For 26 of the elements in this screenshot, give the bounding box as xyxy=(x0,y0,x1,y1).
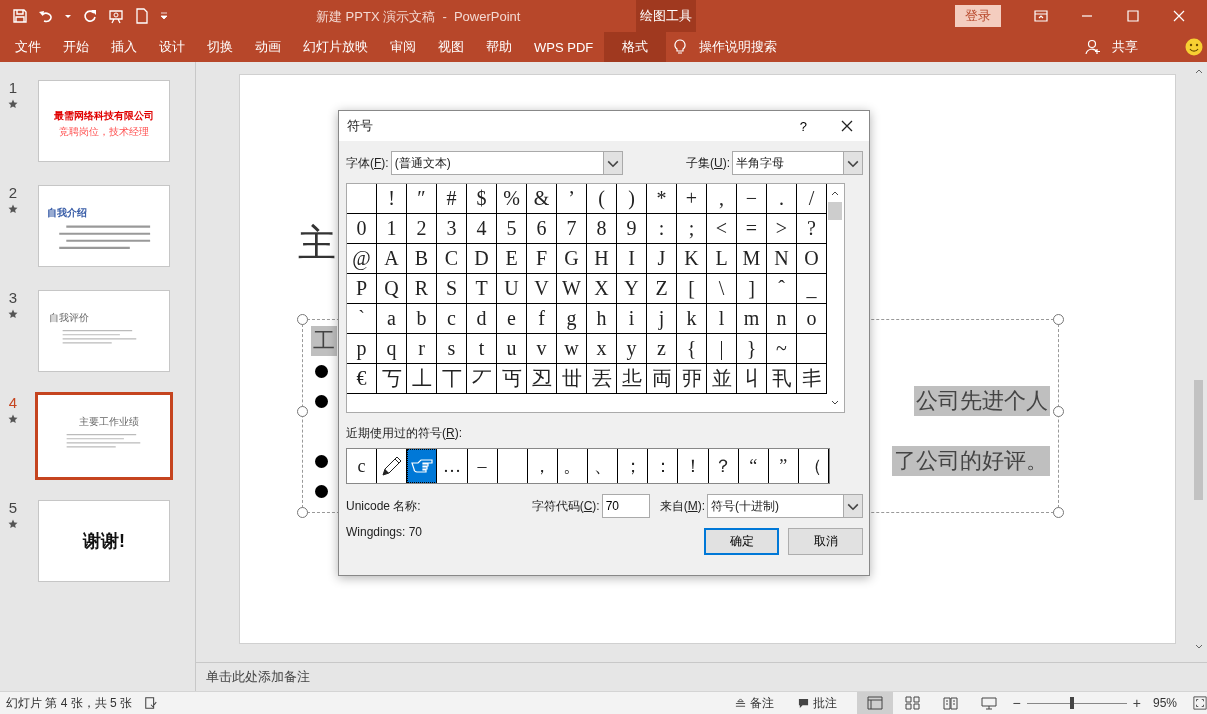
context-group-label: 绘图工具 xyxy=(636,0,696,32)
field-label: 来自(M): xyxy=(659,497,705,515)
slide-number: 5 xyxy=(8,500,18,516)
body-text: 公司先进个人 xyxy=(914,386,1050,416)
section-label: 近期使用过的符号(R): xyxy=(346,425,463,442)
thumbnail-title: 自我评价 xyxy=(49,311,90,325)
field-label: 字体(F): xyxy=(346,154,389,172)
slide-count: 幻灯片 第 4 张，共 5 张 xyxy=(6,694,133,712)
dialog-title: 符号 xyxy=(347,117,373,135)
slide-number: 2 xyxy=(8,185,18,201)
thumbnail-title: 谢谢! xyxy=(81,530,126,553)
thumbnail-subtitle: 竞聘岗位，技术经理 xyxy=(58,125,150,139)
field-label: 字符代码(C): xyxy=(531,497,600,515)
thumbnail-title: 最需网络科技有限公司 xyxy=(53,109,155,123)
body-text: 工 xyxy=(311,326,337,356)
thumbnail-title: 主要工作业绩 xyxy=(79,415,139,429)
field-label: 子集(U): xyxy=(686,154,730,172)
unicode-name-label: Unicode 名称: xyxy=(346,498,422,515)
window-title: 新建 PPTX 演示文稿 - PowerPoint xyxy=(316,8,521,26)
slide-number: 1 xyxy=(8,80,18,96)
character-name: Wingdings: 70 xyxy=(346,525,423,539)
slide-number: 4 xyxy=(8,395,18,411)
slide-title: 主 xyxy=(298,221,337,266)
thumbnail-title: 自我介绍 xyxy=(47,206,88,220)
slide-number: 3 xyxy=(8,290,18,306)
body-text: 了公司的好评。 xyxy=(892,446,1050,476)
